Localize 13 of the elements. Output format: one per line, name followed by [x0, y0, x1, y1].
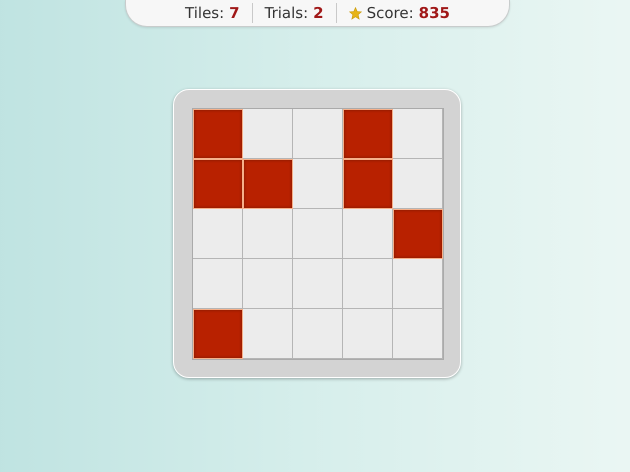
filled-tile[interactable] — [243, 159, 293, 209]
filled-tile[interactable] — [193, 309, 243, 359]
stat-value: 835 — [418, 4, 450, 22]
filled-tile[interactable] — [193, 159, 243, 209]
filled-tile[interactable] — [193, 109, 243, 159]
filled-tile[interactable] — [343, 109, 393, 159]
filled-tile[interactable] — [343, 159, 393, 209]
stat-label: Score: — [366, 4, 414, 22]
stat-label: Trials: — [264, 4, 308, 22]
filled-tile[interactable] — [393, 209, 443, 259]
stat-label: Tiles: — [185, 4, 224, 22]
stat-value: 2 — [313, 4, 324, 22]
stat-value: 7 — [229, 4, 240, 22]
